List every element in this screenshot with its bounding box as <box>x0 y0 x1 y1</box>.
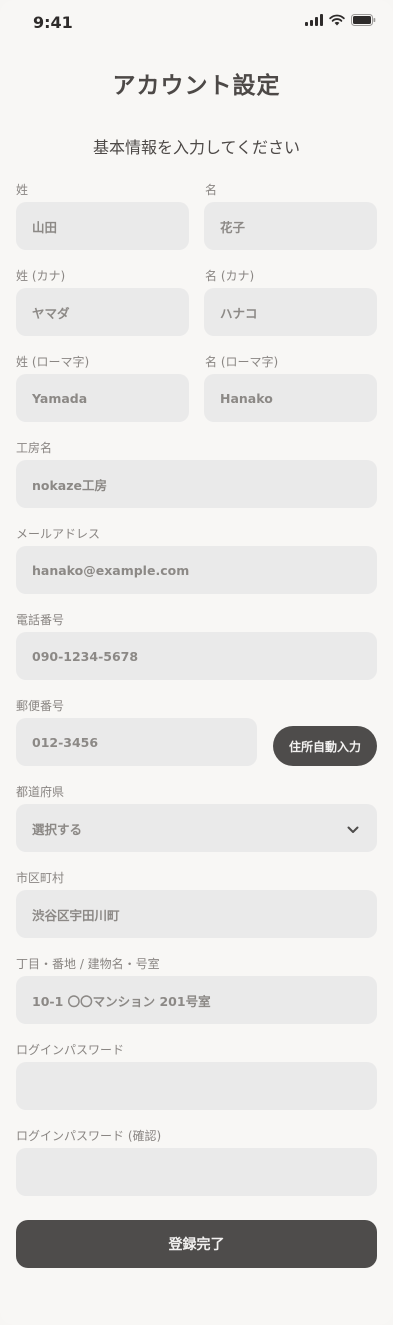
postal-label: 郵便番号 <box>16 699 65 713</box>
status-icons <box>305 14 376 26</box>
first-name-kana-field[interactable]: ハナコ <box>204 288 377 336</box>
status-bar: 9:41 <box>0 0 393 44</box>
first-name-field[interactable]: 花子 <box>204 202 377 250</box>
address-label: 丁目・番地 / 建物名・号室 <box>16 957 160 971</box>
postal-field[interactable]: 012-3456 <box>16 718 257 766</box>
status-time: 9:41 <box>33 13 73 32</box>
wifi-icon <box>329 14 345 26</box>
first-name-roma-field[interactable]: Hanako <box>204 374 377 422</box>
prefecture-value: 選択する <box>32 821 83 837</box>
studio-label: 工房名 <box>16 441 53 455</box>
city-label: 市区町村 <box>16 871 65 885</box>
last-name-label: 姓 <box>16 183 29 197</box>
prefecture-select[interactable]: 選択する <box>16 804 377 852</box>
page-title: アカウント設定 <box>112 73 281 99</box>
app-screen: 9:41 アカウント設定 基本情報を入力してください 姓 名 山田 花子 姓 (… <box>0 0 393 1325</box>
first-name-label: 名 <box>205 183 218 197</box>
chevron-down-icon <box>347 822 359 837</box>
auto-address-button[interactable]: 住所自動入力 <box>273 726 377 766</box>
last-name-roma-field[interactable]: Yamada <box>16 374 189 422</box>
studio-field[interactable]: nokaze工房 <box>16 460 377 508</box>
battery-icon <box>351 14 376 26</box>
first-name-kana-label: 名 (カナ) <box>205 269 255 283</box>
phone-field[interactable]: 090-1234-5678 <box>16 632 377 680</box>
page-subtitle: 基本情報を入力してください <box>92 138 301 157</box>
password-label: ログインパスワード <box>16 1043 125 1057</box>
last-name-kana-field[interactable]: ヤマダ <box>16 288 189 336</box>
first-name-roma-label: 名 (ローマ字) <box>205 355 279 369</box>
password-confirm-field[interactable] <box>16 1148 377 1196</box>
signal-icon <box>305 14 323 26</box>
password-field[interactable] <box>16 1062 377 1110</box>
password-confirm-label: ログインパスワード (確認) <box>16 1129 162 1143</box>
submit-button[interactable]: 登録完了 <box>16 1220 377 1268</box>
phone-label: 電話番号 <box>16 613 65 627</box>
last-name-field[interactable]: 山田 <box>16 202 189 250</box>
address-field[interactable]: 10-1 〇〇マンション 201号室 <box>16 976 377 1024</box>
last-name-roma-label: 姓 (ローマ字) <box>16 355 90 369</box>
prefecture-label: 都道府県 <box>16 785 65 799</box>
email-label: メールアドレス <box>16 527 101 541</box>
city-field[interactable]: 渋谷区宇田川町 <box>16 890 377 938</box>
email-field[interactable]: hanako@example.com <box>16 546 377 594</box>
last-name-kana-label: 姓 (カナ) <box>16 269 66 283</box>
